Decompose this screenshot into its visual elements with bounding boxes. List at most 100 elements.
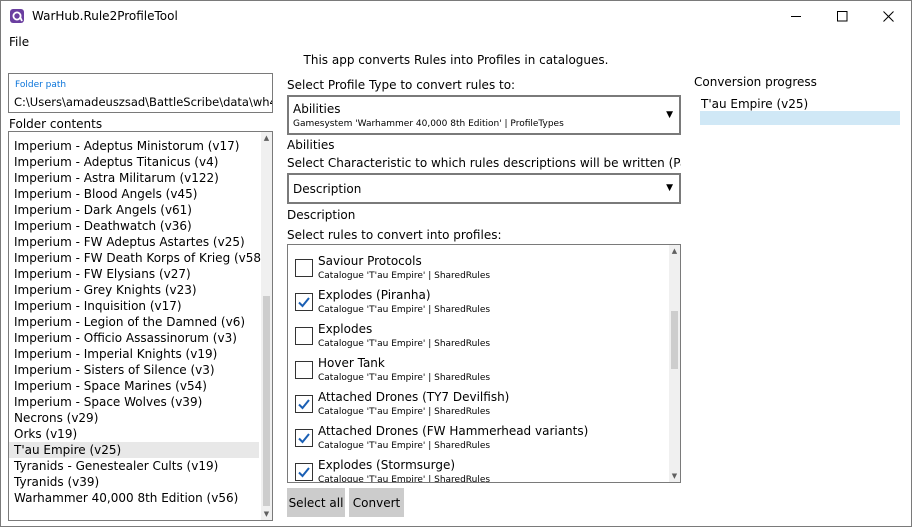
checkmark-icon	[298, 399, 310, 410]
scroll-up-icon[interactable]: ▲	[669, 247, 680, 255]
intro-text: This app converts Rules into Profiles in…	[303, 53, 609, 67]
conversion-progress-label: Conversion progress	[694, 75, 817, 89]
folder-list-item[interactable]: Necrons (v29)	[9, 410, 259, 426]
rule-list-item[interactable]: Saviour Protocols Catalogue 'T'au Empire'…	[288, 252, 668, 286]
folder-list-item[interactable]: Imperium - Adeptus Titanicus (v4)	[9, 154, 259, 170]
minimize-icon	[790, 15, 801, 17]
characteristic-select[interactable]: Description ▼	[287, 173, 681, 204]
rule-name: Saviour Protocols	[318, 254, 422, 268]
characteristic-value: Description	[293, 182, 362, 196]
folder-list-item[interactable]: Warhammer 40,000 8th Edition (v56)	[9, 490, 259, 506]
rule-list-item[interactable]: Hover Tank Catalogue 'T'au Empire' | Shar…	[288, 354, 668, 388]
profile-type-label: Select Profile Type to convert rules to:	[287, 78, 516, 92]
folder-path-label: Folder path	[15, 80, 67, 90]
close-icon	[882, 10, 894, 22]
app-window: WarHub.Rule2ProfileTool File This app co…	[0, 0, 912, 527]
folder-list-item[interactable]: Imperium - Sisters of Silence (v3)	[9, 362, 259, 378]
rule-checkbox[interactable]	[295, 395, 313, 413]
rules-items: Saviour Protocols Catalogue 'T'au Empire'…	[288, 252, 668, 483]
progress-bar	[700, 111, 900, 125]
rule-checkbox[interactable]	[295, 259, 313, 277]
folder-list-item[interactable]: Imperium - Astra Militarum (v122)	[9, 170, 259, 186]
rule-list-item[interactable]: Explodes Catalogue 'T'au Empire' | Shared…	[288, 320, 668, 354]
rule-source: Catalogue 'T'au Empire' | SharedRules	[318, 441, 491, 451]
rule-name: Attached Drones (TY7 Devilfish)	[318, 390, 510, 404]
folder-list-scrollbar[interactable]: ▲ ▼	[261, 132, 272, 520]
characteristic-caption: Description	[287, 208, 356, 222]
rule-name: Explodes (Piranha)	[318, 288, 431, 302]
folder-contents-list[interactable]: Imperium - Adeptus Ministorum (v17) Imper…	[8, 131, 273, 521]
checkmark-icon	[298, 467, 310, 478]
profile-type-select[interactable]: Abilities Gamesystem 'Warhammer 40,000 8…	[287, 95, 681, 135]
folder-list-item[interactable]: Imperium - FW Elysians (v27)	[9, 266, 259, 282]
profile-type-sub: Gamesystem 'Warhammer 40,000 8th Edition…	[293, 119, 564, 129]
convert-button[interactable]: Convert	[349, 488, 404, 517]
rule-list-item[interactable]: Attached Drones (TY7 Devilfish) Catalogue…	[288, 388, 668, 422]
folder-list-item[interactable]: Orks (v19)	[9, 426, 259, 442]
minimize-button[interactable]	[773, 1, 819, 31]
folder-list-item[interactable]: Imperium - Deathwatch (v36)	[9, 218, 259, 234]
folder-list-item[interactable]: Imperium - Grey Knights (v23)	[9, 282, 259, 298]
folder-list-item[interactable]: Imperium - Space Marines (v54)	[9, 378, 259, 394]
folder-list-item[interactable]: Imperium - FW Death Korps of Krieg (v58)	[9, 250, 266, 266]
rule-name: Explodes	[318, 322, 373, 336]
window-title: WarHub.Rule2ProfileTool	[32, 9, 178, 23]
characteristic-label: Select Characteristic to which rules des…	[287, 156, 681, 170]
progress-item-label: T'au Empire (v25)	[701, 97, 809, 111]
scroll-down-icon[interactable]: ▼	[669, 472, 680, 480]
rules-label: Select rules to convert into profiles:	[287, 228, 502, 242]
folder-list-scroll-thumb[interactable]	[263, 296, 270, 506]
rule-source: Catalogue 'T'au Empire' | SharedRules	[318, 305, 491, 315]
rule-checkbox[interactable]	[295, 361, 313, 379]
rule-source: Catalogue 'T'au Empire' | SharedRules	[318, 373, 491, 383]
rule-source: Catalogue 'T'au Empire' | SharedRules	[318, 407, 491, 417]
title-bar[interactable]: WarHub.Rule2ProfileTool	[1, 1, 911, 31]
rules-list-scroll-thumb[interactable]	[671, 311, 678, 369]
folder-list-item[interactable]: Imperium - FW Adeptus Astartes (v25)	[9, 234, 259, 250]
folder-list-item[interactable]: Imperium - Officio Assassinorum (v3)	[9, 330, 259, 346]
folder-list-item[interactable]: Tyranids (v39)	[9, 474, 259, 490]
file-menu[interactable]: File	[9, 35, 29, 49]
app-icon	[10, 9, 24, 23]
rule-checkbox[interactable]	[295, 429, 313, 447]
folder-list-item[interactable]: Imperium - Imperial Knights (v19)	[9, 346, 259, 362]
rule-checkbox[interactable]	[295, 463, 313, 481]
folder-list-item[interactable]: Imperium - Inquisition (v17)	[9, 298, 259, 314]
rule-list-item[interactable]: Explodes (Piranha) Catalogue 'T'au Empire…	[288, 286, 668, 320]
chevron-down-icon: ▼	[666, 110, 673, 120]
rule-name: Attached Drones (FW Hammerhead variants)	[318, 424, 589, 438]
chevron-down-icon: ▼	[666, 183, 673, 193]
maximize-button[interactable]	[819, 1, 865, 31]
scroll-up-icon[interactable]: ▲	[261, 134, 272, 142]
folder-path-input[interactable]: C:\Users\amadeuszsad\BattleScribe\data\w…	[14, 95, 272, 109]
rule-name: Explodes (Stormsurge)	[318, 458, 456, 472]
maximize-icon	[836, 10, 847, 21]
folder-list-item[interactable]: Imperium - Blood Angels (v45)	[9, 186, 259, 202]
rules-list-scrollbar[interactable]: ▲ ▼	[669, 245, 680, 482]
rule-list-item[interactable]: Explodes (Stormsurge) Catalogue 'T'au Emp…	[288, 456, 668, 483]
folder-list-item[interactable]: Imperium - Space Wolves (v39)	[9, 394, 259, 410]
rules-list[interactable]: Saviour Protocols Catalogue 'T'au Empire'…	[287, 244, 681, 483]
rule-list-item[interactable]: Attached Drones (FW Hammerhead variants)…	[288, 422, 668, 456]
checkmark-icon	[298, 297, 310, 308]
folder-path-field[interactable]: Folder path C:\Users\amadeuszsad\BattleS…	[8, 73, 273, 113]
profile-type-value: Abilities	[293, 102, 341, 116]
folder-list-item[interactable]: Imperium - Dark Angels (v61)	[9, 202, 259, 218]
select-all-button[interactable]: Select all	[287, 488, 345, 517]
folder-list-item[interactable]: T'au Empire (v25)	[9, 442, 259, 458]
folder-list-item[interactable]: Tyranids - Genestealer Cults (v19)	[9, 458, 259, 474]
rule-source: Catalogue 'T'au Empire' | SharedRules	[318, 475, 491, 483]
folder-list-item[interactable]: Imperium - Adeptus Ministorum (v17)	[9, 138, 259, 154]
scroll-down-icon[interactable]: ▼	[261, 510, 272, 518]
rule-name: Hover Tank	[318, 356, 385, 370]
rule-source: Catalogue 'T'au Empire' | SharedRules	[318, 271, 491, 281]
folder-contents-label: Folder contents	[9, 117, 103, 131]
close-button[interactable]	[865, 1, 911, 31]
profile-type-caption: Abilities	[287, 138, 335, 152]
folder-items: Imperium - Adeptus Ministorum (v17) Imper…	[9, 138, 266, 506]
folder-list-item[interactable]: Imperium - Legion of the Damned (v6)	[9, 314, 259, 330]
rule-checkbox[interactable]	[295, 293, 313, 311]
rule-source: Catalogue 'T'au Empire' | SharedRules	[318, 339, 491, 349]
rule-checkbox[interactable]	[295, 327, 313, 345]
checkmark-icon	[298, 433, 310, 444]
